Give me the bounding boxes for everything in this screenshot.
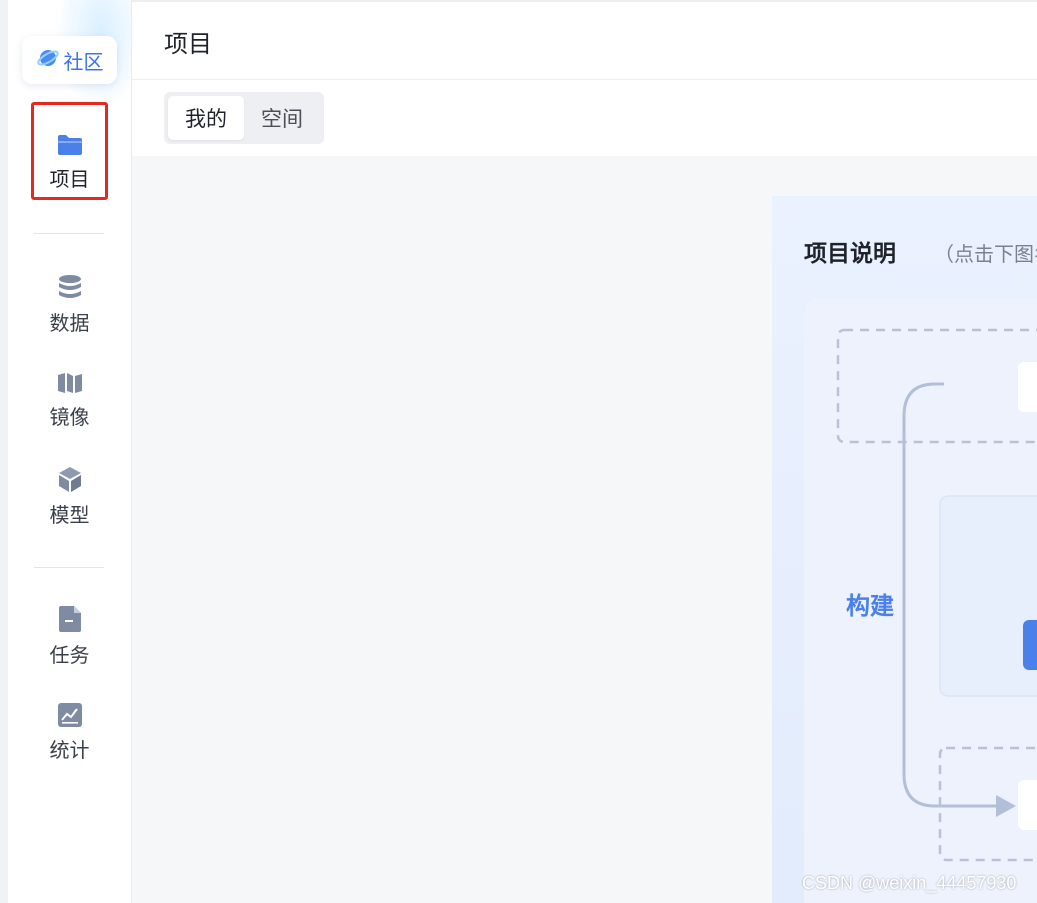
window-edge xyxy=(0,0,8,903)
workflow-diagram-graphic xyxy=(836,328,1037,862)
diagram-node-bottom[interactable] xyxy=(1018,780,1037,830)
sidebar-item-label: 统计 xyxy=(49,737,90,762)
chart-icon xyxy=(57,702,83,728)
watermark: CSDN @weixin_44457930 xyxy=(802,873,1017,893)
sidebar: 社区 项目 数据 镜像 模型 任务 统计 xyxy=(8,0,132,903)
workflow-diagram xyxy=(804,298,1037,903)
diagram-node-top[interactable] xyxy=(1018,362,1037,412)
map-icon xyxy=(56,371,84,395)
panel-title: 项目说明 xyxy=(804,241,896,267)
project-guide-panel: 项目说明 （点击下图名 xyxy=(772,196,1037,903)
diagram-node-primary[interactable] xyxy=(1023,620,1037,670)
sidebar-item-label: 模型 xyxy=(49,502,90,527)
sidebar-item-projects[interactable]: 项目 xyxy=(8,122,131,202)
page-title: 项目 xyxy=(164,30,212,58)
planet-icon xyxy=(36,46,60,75)
header-topline xyxy=(132,0,1037,2)
community-button[interactable]: 社区 xyxy=(22,36,117,84)
sidebar-item-stats[interactable]: 统计 xyxy=(8,692,131,772)
page-header: 项目 xyxy=(132,0,1037,80)
sidebar-item-data[interactable]: 数据 xyxy=(8,264,131,344)
panel-hint: （点击下图名 xyxy=(934,242,1037,266)
sidebar-divider xyxy=(34,567,104,568)
scope-tabs: 我的 空间 xyxy=(164,92,324,144)
sidebar-item-label: 数据 xyxy=(49,310,90,335)
tab-space[interactable]: 空间 xyxy=(244,96,320,140)
tab-mine[interactable]: 我的 xyxy=(168,96,244,140)
sidebar-item-images[interactable]: 镜像 xyxy=(8,360,131,440)
sidebar-item-label: 镜像 xyxy=(49,404,90,429)
sidebar-divider xyxy=(34,233,104,234)
database-icon xyxy=(56,273,84,301)
file-icon xyxy=(57,605,83,633)
sidebar-item-tasks[interactable]: 任务 xyxy=(8,596,131,676)
sidebar-item-label: 任务 xyxy=(49,642,90,667)
community-label: 社区 xyxy=(63,49,104,74)
folder-icon xyxy=(56,133,84,157)
sidebar-item-label: 项目 xyxy=(49,166,90,191)
cube-icon xyxy=(56,465,84,493)
diagram-build-label: 构建 xyxy=(846,592,894,620)
sidebar-item-models[interactable]: 模型 xyxy=(8,456,131,536)
